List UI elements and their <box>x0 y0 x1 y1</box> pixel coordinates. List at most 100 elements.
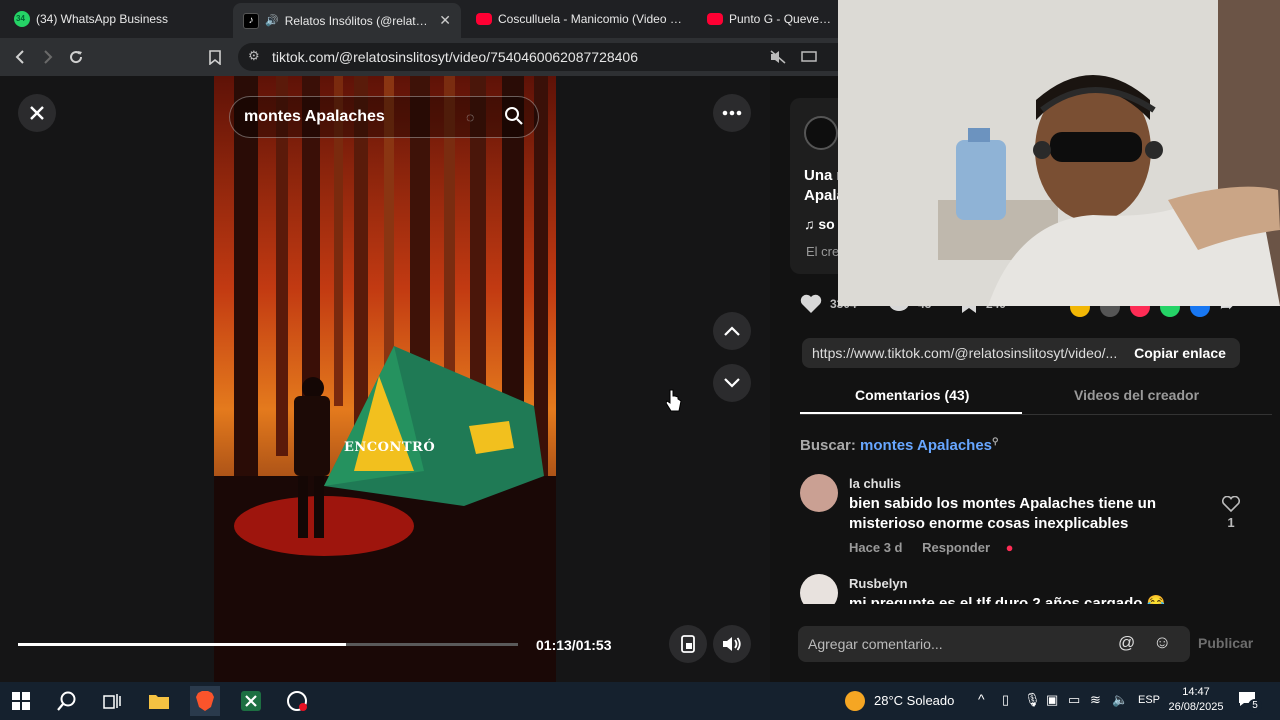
tab-tiktok[interactable]: ♪ 🔊 Relatos Insólitos (@relatosinsl ✕ <box>233 3 461 38</box>
video-search-bar[interactable]: montes Apalaches ◌ <box>229 96 539 138</box>
music-note-icon: ♫ <box>804 216 815 232</box>
publish-button[interactable]: Publicar <box>1198 635 1253 651</box>
active-tab-indicator <box>800 412 1022 414</box>
comment-tabs: Comentarios (43) Videos del creador <box>800 381 1272 415</box>
obs-recording-icon[interactable] <box>282 686 312 716</box>
chevron-up-icon <box>724 326 740 336</box>
search-term-link[interactable]: montes Apalaches <box>860 437 992 454</box>
mention-icon[interactable]: @ <box>1118 633 1135 653</box>
battery-icon[interactable]: ▭ <box>1068 692 1080 708</box>
whatsapp-badge: 34 <box>16 14 25 23</box>
bookmark-icon[interactable] <box>204 46 226 68</box>
comment-username[interactable]: la chulis <box>849 476 901 491</box>
reply-button[interactable]: Responder <box>922 540 990 555</box>
forward-arrow-icon[interactable] <box>37 46 59 68</box>
tab-creator-videos[interactable]: Videos del creador <box>1074 387 1199 403</box>
windows-taskbar: 28°C Soleado ^ ▯ 🎙 ▣ ▭ ≋ 🔈 ESP 14:47 26/… <box>0 682 1280 720</box>
webcam-overlay <box>838 0 1280 306</box>
file-explorer-icon[interactable] <box>144 686 174 716</box>
tab-title: Cosculluela - Manicomio (Video Ofic <box>498 12 688 26</box>
wifi-icon[interactable]: ≋ <box>1090 692 1101 708</box>
video-frame[interactable] <box>214 76 556 682</box>
more-options-button[interactable] <box>713 94 751 132</box>
clock-time: 14:47 <box>1182 686 1210 698</box>
previous-video-button[interactable] <box>713 312 751 350</box>
tiktok-icon: ♪ <box>243 12 259 29</box>
video-player[interactable]: montes Apalaches ◌ ENCONTRÓ 01:13/01:53 <box>0 76 770 682</box>
excel-icon[interactable] <box>236 686 266 716</box>
whatsapp-icon: 34 <box>14 11 30 27</box>
brave-browser-icon[interactable] <box>190 686 220 716</box>
avatar[interactable] <box>800 474 838 512</box>
cast-icon[interactable] <box>798 46 820 68</box>
heart-icon <box>800 294 822 313</box>
comment-text: mi pregunte es el tlf duro 2 años cargad… <box>849 595 1166 604</box>
volume-icon <box>723 637 741 651</box>
url-text: tiktok.com/@relatosinslitosyt/video/7540… <box>272 49 639 65</box>
language-indicator[interactable]: ESP <box>1138 694 1160 706</box>
comment-list: la chulis bien sabido los montes Apalach… <box>800 474 1270 604</box>
site-settings-icon[interactable]: ⚙ <box>248 48 260 64</box>
comment-text: bien sabido los montes Apalaches tiene u… <box>849 495 1157 532</box>
search-icon[interactable] <box>52 686 82 716</box>
comment-item: Rusbelyn mi pregunte es el tlf duro 2 añ… <box>800 574 1270 604</box>
video-title-line: Una r <box>804 167 843 184</box>
system-clock[interactable]: 14:47 26/08/2025 <box>1162 685 1230 715</box>
chevron-up-icon[interactable]: ^ <box>978 691 985 707</box>
search-icon: ⚲ <box>992 436 999 446</box>
volume-button[interactable] <box>713 625 751 663</box>
tray-app-icon[interactable]: ▯ <box>1002 692 1009 708</box>
sound-text: so <box>818 216 835 232</box>
tracking-off-icon[interactable] <box>767 46 789 68</box>
clock-date: 26/08/2025 <box>1168 701 1224 713</box>
floating-player-button[interactable] <box>669 625 707 663</box>
address-bar[interactable]: ⚙ tiktok.com/@relatosinslitosyt/video/75… <box>238 43 858 71</box>
weather-sun-icon[interactable] <box>845 691 865 711</box>
more-dots-icon <box>722 110 742 116</box>
avatar[interactable] <box>800 574 838 604</box>
search-icon[interactable] <box>504 106 524 131</box>
copy-link-button[interactable]: Copiar enlace <box>1120 338 1240 368</box>
youtube-icon <box>476 13 492 25</box>
reload-icon[interactable] <box>65 46 87 68</box>
tab-title: Punto G - Quevedo - V <box>729 12 837 26</box>
volume-icon[interactable]: 🔈 <box>1112 692 1128 708</box>
video-progress-fill <box>18 643 346 646</box>
speaker-icon: 🔊 <box>265 15 279 27</box>
sound-row[interactable]: ♫ so <box>804 216 835 232</box>
creator-avatar[interactable] <box>804 116 838 150</box>
tab-title: (34) WhatsApp Business <box>36 12 169 26</box>
camera-tray-icon[interactable]: ▣ <box>1046 692 1058 708</box>
video-progress-bar[interactable] <box>18 643 518 646</box>
loading-icon: ◌ <box>466 109 475 125</box>
creator-liked-icon: ● <box>1005 540 1014 555</box>
forest-tent-illustration <box>214 76 556 682</box>
tab-youtube-quevedo[interactable]: Punto G - Quevedo - V <box>697 0 847 38</box>
comment-meta: Hace 3 d Responder ● <box>849 540 1014 555</box>
emoji-icon[interactable]: ☺ <box>1153 632 1171 653</box>
windows-start-icon[interactable] <box>6 686 36 716</box>
comment-like[interactable]: 1 <box>1220 495 1242 530</box>
back-arrow-icon[interactable] <box>9 46 31 68</box>
mouse-cursor <box>665 389 682 418</box>
webcam-feed-image <box>838 0 1280 306</box>
weather-text[interactable]: 28°C Soleado <box>874 693 954 708</box>
comment-search-suggestion[interactable]: Buscar: montes Apalaches⚲ <box>800 436 999 454</box>
tab-title: Relatos Insólitos (@relatosinsl <box>284 13 434 28</box>
task-view-icon[interactable] <box>97 686 127 716</box>
add-comment-input[interactable]: Agregar comentario... @ ☺ <box>798 626 1190 662</box>
close-tab-icon[interactable]: ✕ <box>439 12 451 29</box>
next-video-button[interactable] <box>713 364 751 402</box>
share-link-text[interactable]: https://www.tiktok.com/@relatosinslitosy… <box>812 345 1118 361</box>
tab-whatsapp[interactable]: 34 (34) WhatsApp Business <box>4 0 230 38</box>
close-video-button[interactable] <box>18 94 56 132</box>
notifications-button[interactable]: 5 <box>1238 691 1262 713</box>
microphone-icon[interactable]: 🎙 <box>1024 692 1041 708</box>
close-icon <box>30 106 44 120</box>
video-search-text: montes Apalaches <box>244 108 385 125</box>
tab-comments[interactable]: Comentarios (43) <box>855 387 969 403</box>
video-caption: ENCONTRÓ <box>344 440 436 455</box>
comment-username[interactable]: Rusbelyn <box>849 576 908 591</box>
tab-youtube-cosculluela[interactable]: Cosculluela - Manicomio (Video Ofic <box>466 0 698 38</box>
add-comment-placeholder: Agregar comentario... <box>808 636 943 652</box>
